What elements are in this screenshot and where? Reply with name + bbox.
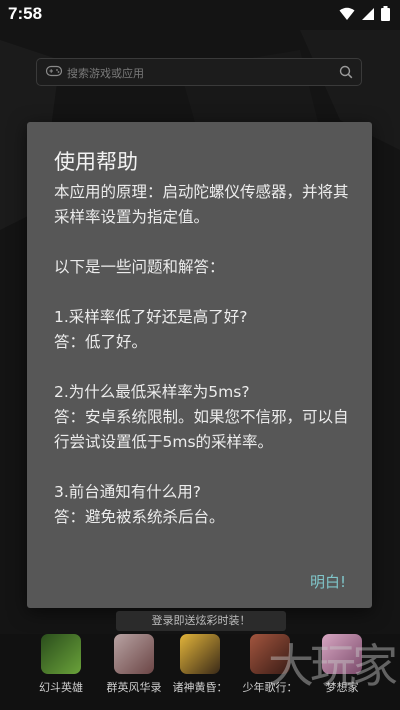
game-item[interactable]: 群英风华录 (101, 634, 167, 695)
game-item[interactable]: 诸神黄昏： (167, 634, 233, 695)
status-bar: 7:58 (0, 0, 400, 30)
status-icons (339, 6, 390, 21)
promo-banner[interactable]: 登录即送炫彩时装！ (116, 611, 286, 631)
faq-question-2: 2.为什么最低采样率为5ms? (54, 383, 250, 401)
game-name: 诸神黄昏： (172, 681, 228, 694)
game-name: 幻斗英雄 (39, 681, 83, 694)
faq-question-1: 1.采样率低了好还是高了好? (54, 308, 248, 326)
search-placeholder: 搜索游戏或应用 (67, 67, 144, 80)
principle-text: 本应用的原理：启动陀螺仪传感器，并将其采样率设置为指定值。 (54, 183, 349, 226)
help-dialog: 使用帮助 本应用的原理：启动陀螺仪传感器，并将其采样率设置为指定值。 以下是一些… (27, 122, 372, 608)
watermark-logo: 大玩家 (268, 639, 398, 693)
game-icon (114, 634, 154, 674)
confirm-button[interactable]: 明白! (310, 571, 346, 592)
battery-icon (381, 6, 390, 21)
faq-intro: 以下是一些问题和解答： (54, 258, 225, 276)
game-item[interactable]: 幻斗英雄 (28, 634, 94, 695)
gamepad-icon (46, 65, 62, 77)
search-input[interactable]: 搜索游戏或应用 (36, 58, 362, 86)
game-icon (41, 634, 81, 674)
game-name: 群英风华录 (106, 681, 162, 694)
wifi-icon (339, 7, 355, 20)
dialog-body: 本应用的原理：启动陀螺仪传感器，并将其采样率设置为指定值。 以下是一些问题和解答… (54, 180, 354, 530)
faq-answer-1: 答：低了好。 (54, 333, 148, 351)
faq-question-3: 3.前台通知有什么用? (54, 483, 202, 501)
game-icon (180, 634, 220, 674)
dialog-title: 使用帮助 (54, 150, 138, 174)
cellular-signal-icon (362, 7, 374, 20)
faq-answer-3: 答：避免被系统杀后台。 (54, 508, 225, 526)
status-time: 7:58 (8, 4, 43, 23)
search-icon[interactable] (339, 65, 353, 79)
faq-answer-2: 答：安卓系统限制。如果您不信邪，可以自行尝试设置低于5ms的采样率。 (54, 408, 349, 451)
